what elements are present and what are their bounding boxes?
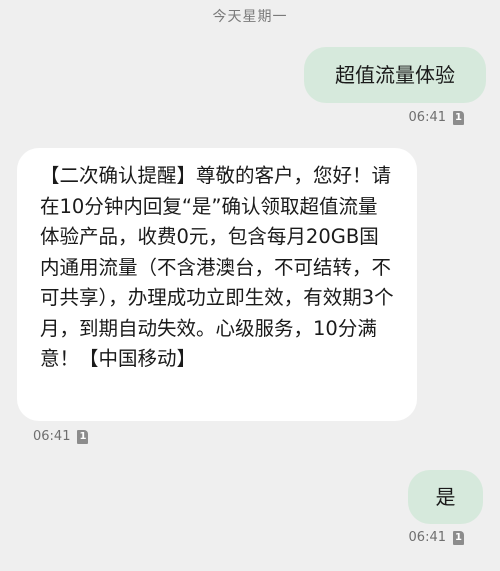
message-text: 超值流量体验: [335, 63, 455, 87]
message-time: 06:41: [33, 429, 71, 444]
date-header: 今天星期一: [212, 9, 288, 25]
sim-card-icon: 1: [77, 429, 89, 444]
message-text: 【二次确认提醒】尊敬的客户，您好！请在10分钟内回复“是”确认领取超值流量体验产…: [40, 164, 394, 370]
message-time: 06:41: [408, 530, 446, 545]
message-bubble-incoming[interactable]: 【二次确认提醒】尊敬的客户，您好！请在10分钟内回复“是”确认领取超值流量体验产…: [17, 148, 417, 421]
sim-card-icon: 1: [453, 110, 464, 125]
message-time: 06:41: [408, 110, 446, 125]
message-text: 是: [435, 485, 456, 509]
message-bubble-outgoing[interactable]: 是: [408, 470, 483, 524]
sim-card-icon: 1: [453, 530, 464, 545]
message-meta: 06:41 1: [33, 429, 89, 444]
message-meta: 06:41 1: [409, 530, 464, 545]
message-meta: 06:41 1: [409, 110, 464, 125]
message-bubble-outgoing[interactable]: 超值流量体验: [304, 47, 486, 103]
